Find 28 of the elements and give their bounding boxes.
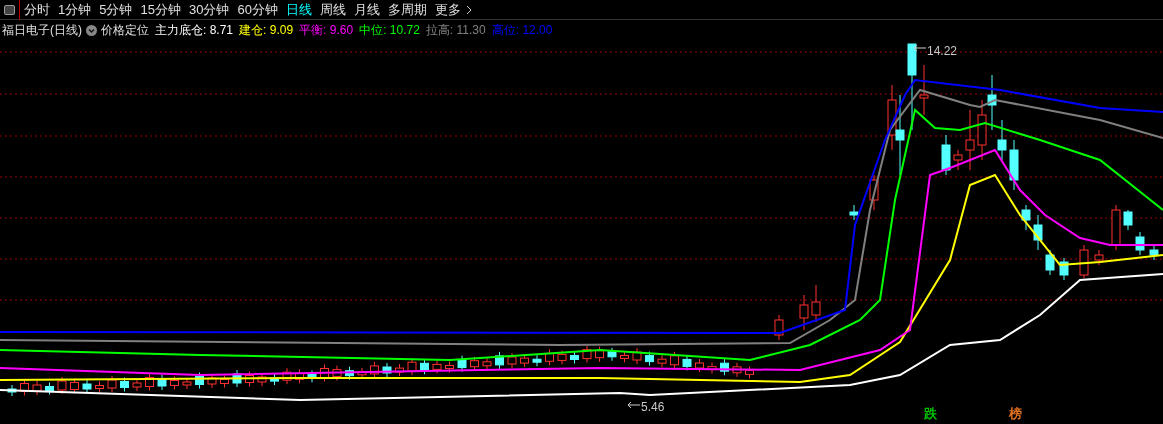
legend-item: 拉高: 11.30 xyxy=(425,22,486,39)
legend-item: 建仓: 9.09 xyxy=(239,22,294,39)
period-tab[interactable]: 60分钟 xyxy=(233,0,282,20)
period-tab[interactable]: 月线 xyxy=(349,0,384,20)
arrow-icon xyxy=(627,401,641,409)
period-tab[interactable]: 多周期 xyxy=(383,0,431,20)
legend-item: 平衡: 9.60 xyxy=(299,22,354,39)
period-tab[interactable]: 周线 xyxy=(315,0,350,20)
low-price-label: 5.46 xyxy=(641,399,665,416)
dropdown-icon[interactable] xyxy=(86,24,97,36)
period-tab[interactable]: 5分钟 xyxy=(95,0,137,20)
panel-toggle-icon[interactable] xyxy=(4,4,15,15)
period-tab[interactable]: 日线 xyxy=(281,0,316,20)
legend-item: 中位: 10.72 xyxy=(359,22,420,39)
legend-item: 高位: 12.00 xyxy=(491,22,553,39)
chevron-right-icon[interactable] xyxy=(465,4,472,15)
legend-item: 主力底仓: 8.71 xyxy=(155,22,234,39)
period-tab[interactable]: 30分钟 xyxy=(184,0,234,20)
period-tab[interactable]: 1分钟 xyxy=(54,0,96,20)
period-tab[interactable]: 分时 xyxy=(20,0,54,20)
arrow-icon xyxy=(913,44,927,52)
high-price-label: 14.22 xyxy=(927,43,958,60)
signal-marker: 跌 xyxy=(924,406,937,421)
signal-marker: 榜 xyxy=(1009,406,1022,421)
stock-title: 福日电子(日线) xyxy=(2,22,82,39)
period-tab[interactable]: 更多 xyxy=(430,0,465,20)
period-tab[interactable]: 15分钟 xyxy=(136,0,185,20)
indicator-name: 价格定位 xyxy=(101,22,149,39)
